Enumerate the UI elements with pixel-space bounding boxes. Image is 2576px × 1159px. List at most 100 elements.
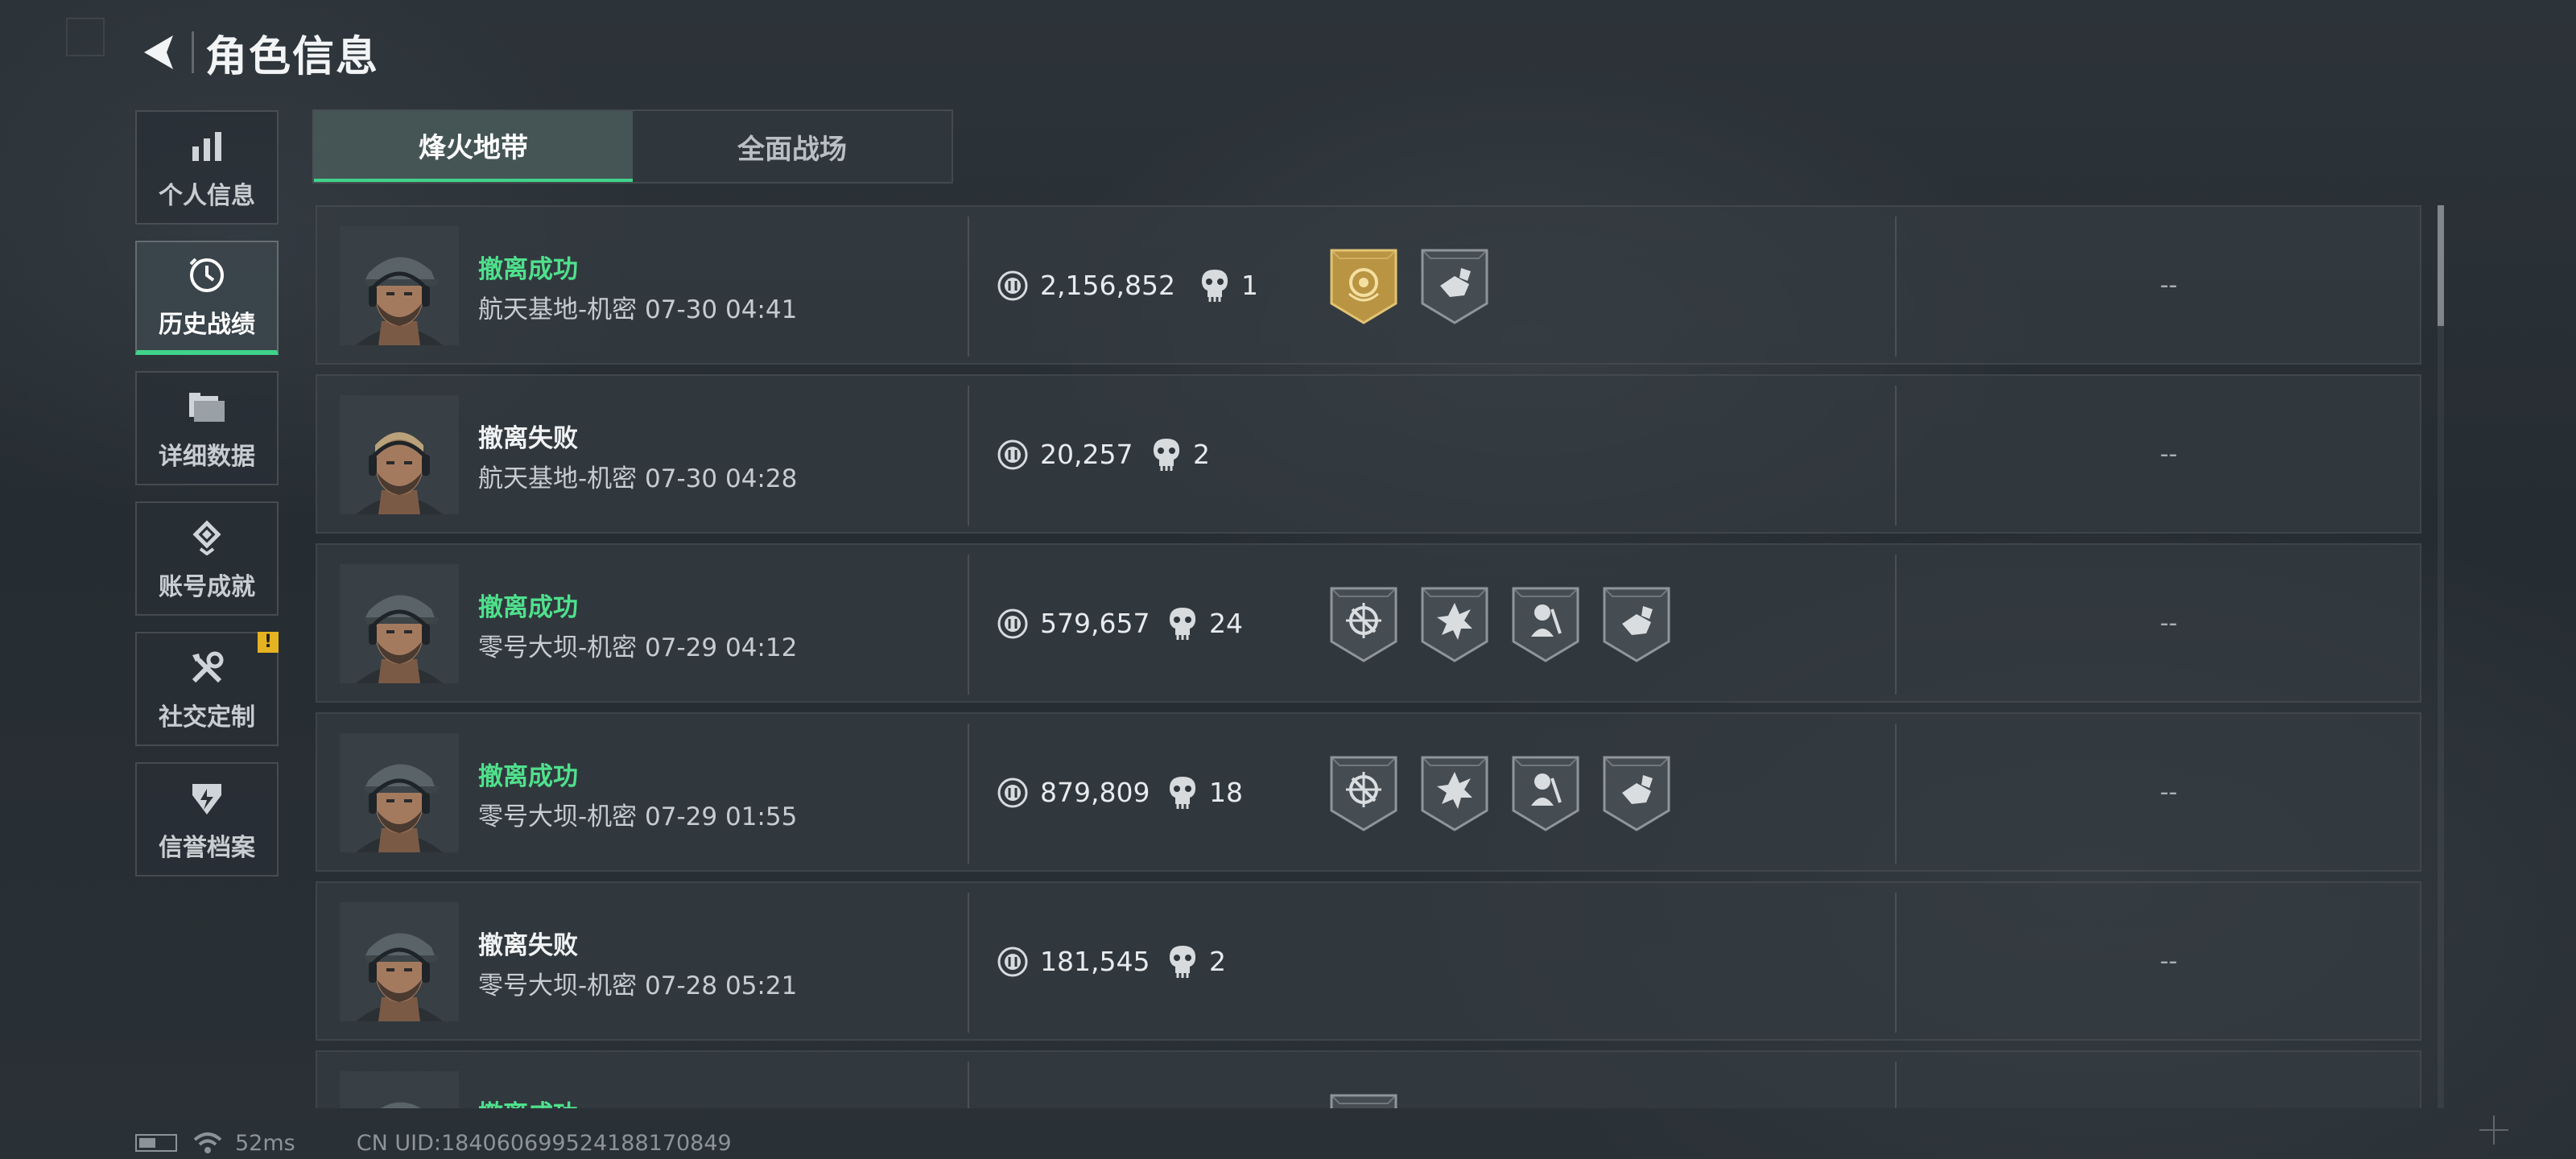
medal-list	[1328, 754, 1692, 833]
sidebar-item-label: 历史战绩	[159, 311, 255, 339]
column-divider	[1895, 217, 1897, 357]
match-list[interactable]: 撤离成功 航天基地-机密 07-30 04:41 2,156,852 1 -- 撤离失败…	[316, 205, 2421, 1108]
shield-hand-medal-icon[interactable]	[1419, 247, 1490, 326]
ping-text: 52ms	[235, 1130, 295, 1156]
operator-avatar	[340, 902, 459, 1021]
tools-icon	[184, 645, 229, 691]
back-arrow-icon[interactable]	[135, 28, 184, 76]
status-bar: 52ms CN UID:184060699524188170849	[135, 1127, 732, 1159]
operator-avatar	[340, 226, 459, 345]
skull-icon	[1153, 439, 1180, 471]
match-row[interactable]: 撤离成功 零号大坝-机密 07-29 01:55 879,809 18 --	[316, 712, 2421, 872]
skull-icon	[1201, 270, 1228, 302]
crosshair-icon	[2479, 1116, 2508, 1145]
match-row[interactable]: 撤离失败 零号大坝-机密 07-28 05:21 181,545 2 --	[316, 881, 2421, 1041]
column-divider	[1895, 1062, 1897, 1108]
achievement-icon	[184, 515, 229, 560]
map-and-time: 零号大坝-机密 07-29 01:55	[478, 802, 798, 831]
explosion-medal-icon[interactable]	[1419, 754, 1490, 833]
sidebar-item-match-history[interactable]: 历史战绩	[135, 241, 279, 355]
gold-medal-icon[interactable]	[1328, 247, 1399, 326]
money-value: 879,809	[1040, 777, 1150, 808]
sidebar: 个人信息 历史战绩 详细数据 账号成就 ! 社交定制 信誉档案	[135, 110, 282, 893]
sidebar-item-label: 信誉档案	[159, 834, 255, 862]
column-divider	[1895, 724, 1897, 864]
operator-avatar	[340, 1071, 459, 1108]
match-row[interactable]: 撤离成功 航天基地-机密 07-30 04:41 2,156,852 1 --	[316, 205, 2421, 365]
mode-tabs: 烽火地带 全面战场	[312, 109, 953, 184]
extraction-result: 撤离成功	[478, 593, 578, 622]
coin-icon	[997, 777, 1028, 808]
map-and-time: 零号大坝-机密 07-29 04:12	[478, 633, 798, 662]
scroll-thumb[interactable]	[2438, 205, 2444, 326]
money-value: 579,657	[1040, 608, 1150, 639]
operator-avatar	[340, 564, 459, 683]
header: 角色信息	[135, 24, 380, 81]
clock-icon	[184, 253, 229, 298]
sidebar-item-label: 账号成就	[159, 573, 255, 601]
kill-count: 2	[1209, 946, 1226, 977]
column-divider	[968, 217, 969, 357]
sidebar-item-label: 个人信息	[159, 182, 255, 210]
operator-avatar	[340, 395, 459, 514]
extraction-result: 撤离成功	[478, 762, 578, 791]
kill-count: 24	[1209, 608, 1243, 639]
skull-icon	[1169, 777, 1196, 809]
kill-count: 1	[1241, 270, 1258, 301]
column-divider	[1895, 555, 1897, 695]
map-and-time: 航天基地-机密 07-30 04:28	[478, 464, 798, 493]
column-divider	[1895, 893, 1897, 1033]
tab-full-battlefield[interactable]: 全面战场	[633, 111, 952, 182]
shield-icon	[184, 776, 229, 821]
star-medal-icon[interactable]	[1328, 1092, 1399, 1108]
coin-icon	[997, 270, 1028, 301]
medal-list	[1328, 585, 1692, 664]
sidebar-item-label: 社交定制	[159, 703, 255, 732]
extra-info: --	[2160, 609, 2178, 637]
extra-info: --	[2160, 947, 2178, 975]
match-row[interactable]: 撤离成功零号大坝-机密 07-29 04:12 579,657 24 --	[316, 543, 2421, 703]
column-divider	[1895, 386, 1897, 526]
column-divider	[968, 555, 969, 695]
coin-icon	[997, 608, 1028, 639]
shield-hand-medal-icon[interactable]	[1601, 585, 1672, 664]
map-and-time: 航天基地-机密 07-30 04:41	[478, 295, 798, 324]
coin-icon	[997, 439, 1028, 470]
uid-text: CN UID:184060699524188170849	[356, 1130, 732, 1156]
corner-decoration	[66, 18, 105, 56]
extraction-result: 撤离成功	[478, 255, 578, 284]
sidebar-item-label: 详细数据	[159, 443, 255, 471]
coin-icon	[997, 947, 1028, 977]
match-row[interactable]: 撤离成功	[316, 1050, 2421, 1108]
battery-icon	[135, 1134, 177, 1152]
header-separator	[192, 31, 194, 73]
tab-warzone[interactable]: 烽火地带	[314, 111, 633, 182]
column-divider	[968, 893, 969, 1033]
shield-hand-medal-icon[interactable]	[1601, 754, 1672, 833]
extraction-result: 撤离失败	[478, 931, 578, 960]
column-divider	[968, 386, 969, 526]
sidebar-item-personal-info[interactable]: 个人信息	[135, 110, 279, 225]
map-and-time: 零号大坝-机密 07-28 05:21	[478, 971, 798, 1000]
scrollbar[interactable]	[2438, 205, 2444, 1108]
column-divider	[968, 724, 969, 864]
extra-info: --	[2160, 440, 2178, 468]
extraction-result: 撤离成功	[478, 1094, 578, 1108]
extraction-result: 撤离失败	[478, 424, 578, 453]
kill-count: 2	[1193, 439, 1210, 470]
crosshair-medal-icon[interactable]	[1328, 585, 1399, 664]
sidebar-item-achievements[interactable]: 账号成就	[135, 501, 279, 616]
medal-list	[1328, 247, 1510, 326]
skull-icon	[1169, 608, 1196, 640]
sidebar-item-social-customize[interactable]: ! 社交定制	[135, 632, 279, 746]
skull-icon	[1169, 946, 1196, 978]
explosion-medal-icon[interactable]	[1419, 585, 1490, 664]
sidebar-item-detailed-data[interactable]: 详细数据	[135, 371, 279, 485]
bar-chart-icon	[184, 124, 229, 169]
soldier-medal-icon[interactable]	[1510, 585, 1581, 664]
crosshair-medal-icon[interactable]	[1328, 754, 1399, 833]
match-row[interactable]: 撤离失败 航天基地-机密 07-30 04:28 20,257 2 --	[316, 374, 2421, 534]
page-title: 角色信息	[205, 32, 380, 81]
soldier-medal-icon[interactable]	[1510, 754, 1581, 833]
sidebar-item-reputation[interactable]: 信誉档案	[135, 762, 279, 876]
